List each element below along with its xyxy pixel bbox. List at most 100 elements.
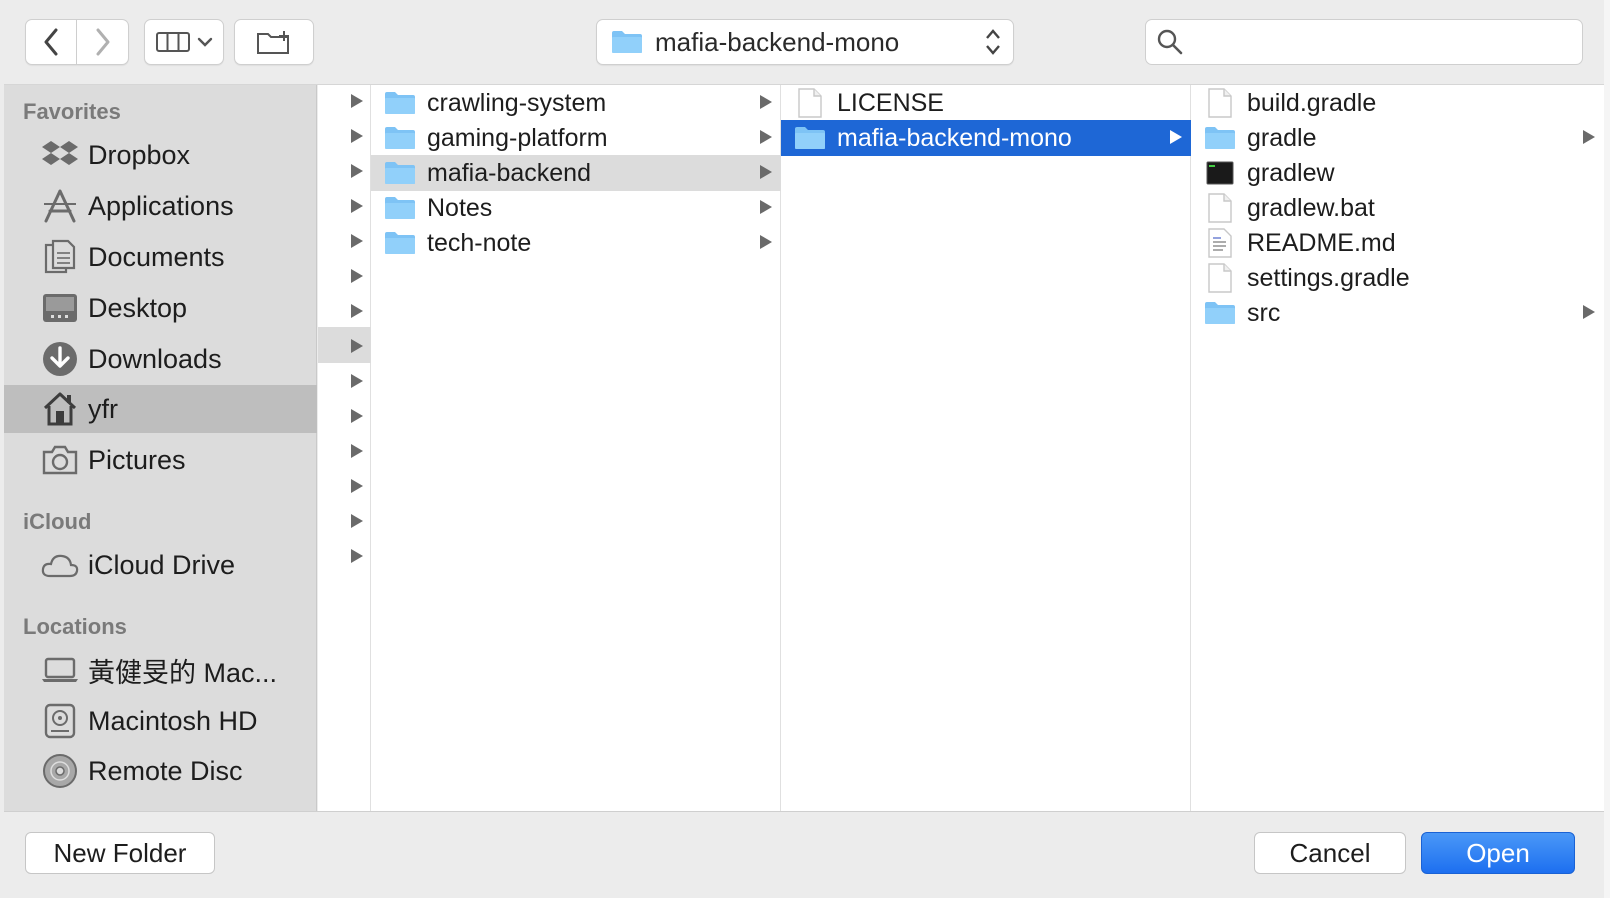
dropbox-icon [40, 135, 80, 175]
document-icon [1203, 88, 1237, 118]
text-document-icon [1203, 228, 1237, 258]
laptop-icon [40, 650, 80, 690]
folder-icon [1203, 123, 1237, 153]
desktop-icon [40, 288, 80, 328]
disclosure-arrow-icon [760, 95, 772, 109]
disclosure-arrow-icon [1170, 130, 1182, 144]
search-input[interactable] [1192, 28, 1572, 56]
chevron-right-icon [96, 28, 109, 56]
disc-icon [40, 751, 80, 791]
sidebar-item-pictures[interactable]: Pictures [4, 436, 317, 484]
item-name: gaming-platform [427, 123, 608, 152]
sidebar-item-label: Macintosh HD [88, 705, 258, 736]
sidebar-item-label: Desktop [88, 292, 188, 323]
window-edge [1604, 0, 1610, 898]
list-item[interactable]: tech-note [371, 225, 781, 261]
sidebar-item-desktop[interactable]: Desktop [4, 284, 317, 332]
disclosure-arrow-icon [1583, 130, 1595, 144]
sidebar-item-label: iCloud Drive [88, 549, 236, 580]
harddisk-icon [40, 701, 80, 741]
search-icon [1157, 29, 1183, 55]
sidebar-item-label: Applications [88, 190, 234, 221]
column-3: build.gradle gradle gradlew gradlew.bat … [1191, 85, 1604, 811]
chevron-left-icon [44, 28, 58, 56]
chevron-down-icon [197, 37, 213, 47]
list-item-selected[interactable]: mafia-backend [371, 155, 781, 191]
disclosure-arrow-icon [760, 165, 772, 179]
sidebar-item-remote-disc[interactable]: Remote Disc [4, 747, 317, 795]
list-item[interactable]: settings.gradle [1191, 260, 1604, 296]
list-item[interactable]: gradlew.bat [1191, 190, 1604, 226]
disclosure-arrow-icon [351, 234, 363, 248]
disclosure-arrow-icon [351, 514, 363, 528]
list-item[interactable]: build.gradle [1191, 85, 1604, 121]
list-item[interactable]: gradlew [1191, 155, 1604, 191]
cloud-icon [40, 545, 80, 585]
documents-icon [40, 237, 80, 277]
new-folder-icon [257, 31, 289, 54]
folder-icon [612, 31, 642, 53]
new-folder-button[interactable]: New Folder [25, 832, 215, 874]
sidebar: Favorites Dropbox Applications Documents… [4, 85, 317, 811]
folder-icon [383, 193, 417, 223]
item-name: src [1247, 298, 1281, 327]
folder-icon [383, 228, 417, 258]
sidebar-header-icloud: iCloud [23, 509, 92, 534]
list-item[interactable]: gradle [1191, 120, 1604, 156]
search-box[interactable] [1145, 19, 1583, 65]
item-name: gradle [1247, 123, 1317, 152]
sidebar-item-this-mac[interactable]: 黃健旻的 Mac... [4, 646, 317, 694]
sidebar-item-label: Remote Disc [88, 755, 243, 786]
sidebar-item-downloads[interactable]: Downloads [4, 335, 317, 383]
sidebar-item-documents[interactable]: Documents [4, 233, 317, 281]
view-mode-button[interactable] [144, 19, 224, 65]
folder-icon [383, 88, 417, 118]
list-item[interactable]: LICENSE [781, 85, 1191, 121]
folder-icon [383, 158, 417, 188]
sidebar-item-dropbox[interactable]: Dropbox [4, 131, 317, 179]
folder-icon [1203, 298, 1237, 328]
item-name: crawling-system [427, 88, 607, 117]
item-name: Notes [427, 193, 493, 222]
forward-button[interactable] [77, 19, 129, 65]
column-1: crawling-system gaming-platform mafia-ba… [371, 85, 781, 811]
disclosure-arrow-icon [351, 549, 363, 563]
path-popup-button[interactable]: mafia-backend-mono [596, 19, 1014, 65]
list-item[interactable]: crawling-system [371, 85, 781, 121]
item-name: gradlew [1247, 158, 1335, 187]
disclosure-arrow-icon [351, 374, 363, 388]
item-name: build.gradle [1247, 88, 1377, 117]
updown-chevron-icon [986, 29, 1000, 55]
back-button[interactable] [25, 19, 77, 65]
disclosure-arrow-icon [1583, 305, 1595, 319]
item-name: LICENSE [837, 88, 944, 117]
list-item[interactable]: Notes [371, 190, 781, 226]
cancel-button[interactable]: Cancel [1254, 832, 1406, 874]
list-item[interactable]: gaming-platform [371, 120, 781, 156]
document-icon [1203, 263, 1237, 293]
item-name: settings.gradle [1247, 263, 1410, 292]
disclosure-arrow-icon [351, 164, 363, 178]
toolbar: mafia-backend-mono [4, 0, 1604, 85]
applications-icon [40, 186, 80, 226]
camera-icon [40, 440, 80, 480]
list-item-selected[interactable]: mafia-backend-mono [781, 120, 1191, 156]
new-folder-toolbar-button[interactable] [234, 19, 314, 65]
sidebar-item-label: 黃健旻的 Mac... [88, 657, 278, 688]
open-button[interactable]: Open [1421, 832, 1575, 874]
sidebar-item-yfr[interactable]: yfr [4, 385, 317, 433]
open-file-dialog: mafia-backend-mono Favorites Dropbox App… [4, 0, 1604, 898]
list-item[interactable]: src [1191, 295, 1604, 331]
sidebar-item-macintosh-hd[interactable]: Macintosh HD [4, 697, 317, 745]
sidebar-item-label: Pictures [88, 444, 186, 475]
item-name: mafia-backend-mono [837, 123, 1072, 152]
item-name: tech-note [427, 228, 532, 257]
sidebar-item-icloud-drive[interactable]: iCloud Drive [4, 541, 317, 589]
disclosure-arrow-icon [351, 269, 363, 283]
disclosure-arrow-icon [351, 129, 363, 143]
disclosure-arrow-icon [351, 444, 363, 458]
item-name: mafia-backend [427, 158, 591, 187]
sidebar-item-applications[interactable]: Applications [4, 182, 317, 230]
column-browser: crawling-system gaming-platform mafia-ba… [318, 85, 1604, 811]
list-item[interactable]: README.md [1191, 225, 1604, 261]
